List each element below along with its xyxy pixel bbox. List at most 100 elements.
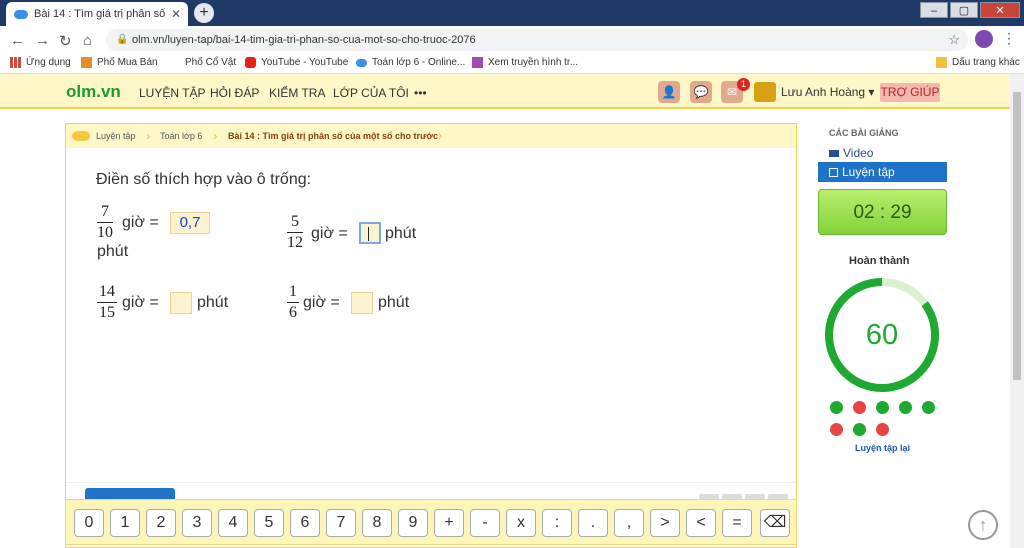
countdown-timer: 02 : 29: [818, 189, 947, 235]
sidebar-item-practice[interactable]: Luyện tập: [818, 162, 947, 182]
keypad-key[interactable]: x: [506, 509, 536, 537]
answer-input-1[interactable]: 0,7: [170, 212, 210, 234]
result-dot-correct: [922, 401, 935, 414]
bookmark-pho-mua-ban[interactable]: Phố Mua Bán: [81, 57, 158, 68]
answer-input-2[interactable]: [359, 222, 381, 244]
keypad-key[interactable]: ,: [614, 509, 644, 537]
result-dot-correct: [853, 423, 866, 436]
hour-label: giờ =: [311, 225, 348, 242]
keypad-key[interactable]: 3: [182, 509, 212, 537]
fraction-7-10: 7 10: [97, 203, 113, 241]
nav-kiem-tra[interactable]: KIỂM TRA: [269, 86, 325, 100]
keypad-key[interactable]: =: [722, 509, 752, 537]
reload-icon[interactable]: ↻: [59, 32, 72, 50]
home-icon[interactable]: ⌂: [83, 32, 92, 49]
play-icon: [829, 168, 838, 177]
divider: [66, 482, 796, 483]
retry-link[interactable]: Luyện tập lại: [855, 443, 910, 453]
lessons-heading: CÁC BÀI GIẢNG: [829, 128, 899, 138]
olm-logo[interactable]: olm.vn: [66, 82, 121, 102]
bookmark-star-icon[interactable]: ☆: [948, 29, 960, 51]
cloud-icon: [356, 58, 367, 67]
url-text: olm.vn/luyen-tap/bai-14-tim-gia-tri-phan…: [132, 34, 476, 46]
breadcrumb-toan-lop-6[interactable]: Toán lớp 6: [160, 131, 202, 141]
olm-cloud-icon: [14, 9, 28, 19]
keypad-key[interactable]: 1: [110, 509, 140, 537]
cloud-icon: [72, 131, 90, 141]
back-icon[interactable]: ←: [10, 32, 25, 49]
breadcrumb: Luyện tập › Toán lớp 6 › Bài 14 : Tìm gi…: [66, 124, 796, 148]
site-header: olm.vn LUYỆN TẬP HỎI ĐÁP KIỂM TRA LỚP CỦ…: [0, 74, 1010, 109]
answer-input-4[interactable]: [351, 292, 373, 314]
video-camera-icon: [829, 149, 839, 157]
minute-label: phút: [378, 294, 410, 311]
browser-menu-icon[interactable]: ⋮: [1002, 30, 1016, 47]
completion-label: Hoàn thành: [849, 255, 910, 267]
result-dot-correct: [830, 401, 843, 414]
keypad-key[interactable]: .: [578, 509, 608, 537]
forward-icon[interactable]: →: [35, 32, 50, 49]
bookmark-youtube[interactable]: YouTube - YouTube: [245, 57, 348, 68]
nav-more[interactable]: •••: [414, 86, 427, 100]
result-dot-wrong: [876, 423, 889, 436]
address-bar-row: ← → ↻ ⌂ 🔒 olm.vn/luyen-tap/bai-14-tim-gi…: [0, 26, 1024, 54]
keypad-key[interactable]: 2: [146, 509, 176, 537]
breadcrumb-separator-icon: ›: [146, 128, 151, 143]
username-menu[interactable]: Lưu Anh Hoàng ▾: [781, 85, 874, 99]
user-add-icon[interactable]: 👤: [658, 81, 680, 103]
bookmarks-bar: Ứng dụng Phố Mua Bán Phố Cổ Vật YouTube …: [0, 54, 1024, 74]
nav-luyen-tap[interactable]: LUYỆN TẬP: [139, 86, 205, 100]
keypad-key[interactable]: 8: [362, 509, 392, 537]
answer-input-3[interactable]: [170, 292, 192, 314]
bookmark-truyen-hinh[interactable]: Xem truyền hình tr...: [472, 57, 578, 68]
help-button[interactable]: TRỢ GIÚP: [880, 83, 940, 102]
keypad-key[interactable]: ⌫: [760, 509, 790, 537]
url-input[interactable]: 🔒 olm.vn/luyen-tap/bai-14-tim-gia-tri-ph…: [106, 29, 968, 51]
close-window-button[interactable]: ✕: [980, 2, 1020, 18]
keypad-key[interactable]: 5: [254, 509, 284, 537]
keypad-key[interactable]: +: [434, 509, 464, 537]
page-scrollbar[interactable]: [1010, 74, 1024, 548]
nav-hoi-dap[interactable]: HỎI ĐÁP: [210, 86, 259, 100]
sidebar-item-video[interactable]: Video: [829, 146, 873, 160]
bookmark-pho-co-vat[interactable]: Phố Cổ Vật: [185, 57, 236, 68]
keypad-key[interactable]: 9: [398, 509, 428, 537]
keypad-key[interactable]: 6: [290, 509, 320, 537]
avatar[interactable]: [754, 82, 776, 102]
math-keypad: 0 1 2 3 4 5 6 7 8 9 + - x:., > < = ⌫: [65, 499, 797, 545]
new-tab-button[interactable]: +: [194, 3, 214, 23]
text-caret: [368, 227, 369, 241]
scroll-to-top-icon[interactable]: ↑: [968, 510, 998, 540]
breadcrumb-current: Bài 14 : Tìm giá trị phân số của một số …: [228, 131, 438, 141]
scrollbar-thumb[interactable]: [1013, 92, 1021, 380]
result-dot-wrong: [830, 423, 843, 436]
minimize-button[interactable]: –: [920, 2, 948, 18]
chat-icon[interactable]: 💬: [690, 81, 712, 103]
browser-tab-strip: Bài 14 : Tìm giá trị phân số của m ✕ + –…: [0, 0, 1024, 26]
browser-tab[interactable]: Bài 14 : Tìm giá trị phân số của m ✕: [6, 2, 188, 26]
score-text: 60: [866, 319, 898, 351]
keypad-key[interactable]: -: [470, 509, 500, 537]
keypad-key[interactable]: :: [542, 509, 572, 537]
breadcrumb-luyen-tap[interactable]: Luyện tập: [96, 131, 136, 141]
bookmark-toan-lop-6[interactable]: Toán lớp 6 - Online...: [356, 57, 465, 68]
keypad-key[interactable]: 7: [326, 509, 356, 537]
hour-label: giờ =: [122, 214, 159, 231]
breadcrumb-separator-icon: ›: [438, 128, 443, 143]
youtube-icon: [245, 57, 256, 68]
profile-avatar[interactable]: [975, 30, 993, 48]
keypad-key[interactable]: <: [686, 509, 716, 537]
logo-suffix: .vn: [96, 82, 121, 101]
keypad-key[interactable]: 0: [74, 509, 104, 537]
bookmark-other[interactable]: Dấu trang khác: [936, 57, 1020, 68]
keypad-key[interactable]: 4: [218, 509, 248, 537]
bookmark-apps[interactable]: Ứng dụng: [10, 57, 71, 68]
logo-main: olm: [66, 82, 97, 101]
minute-label: phút: [385, 225, 417, 242]
nav-lop-cua-toi[interactable]: LỚP CỦA TÔI: [333, 86, 409, 100]
tab-close-icon[interactable]: ✕: [168, 7, 184, 21]
notification-badge: 1: [737, 78, 750, 91]
hour-label: giờ =: [122, 294, 159, 311]
maximize-button[interactable]: ▢: [950, 2, 978, 18]
keypad-key[interactable]: >: [650, 509, 680, 537]
